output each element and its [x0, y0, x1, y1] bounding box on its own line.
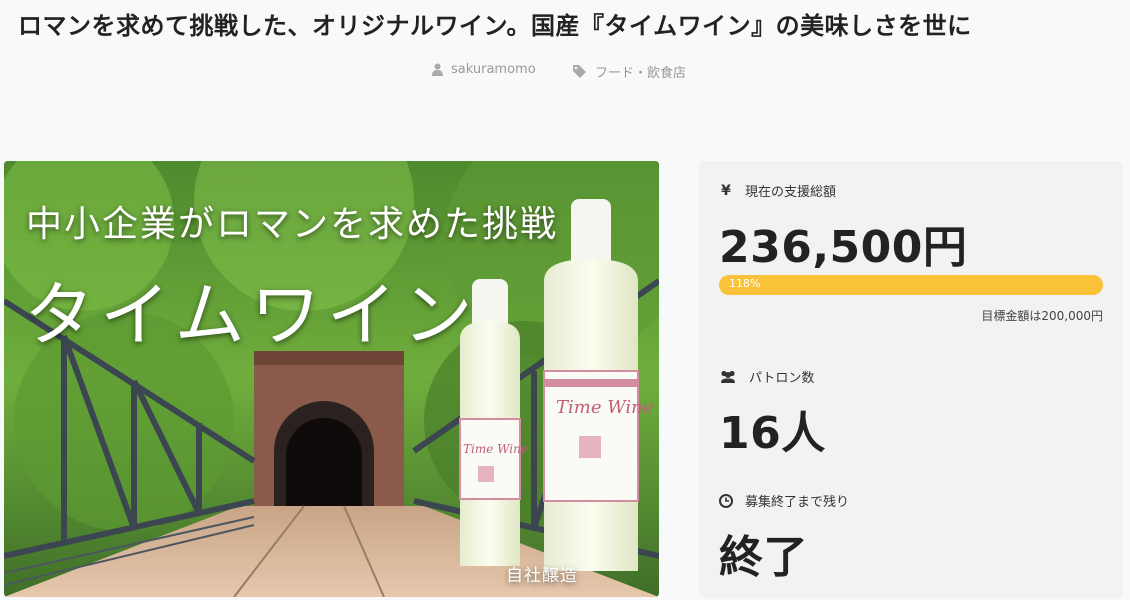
author-link[interactable]: sakuramomo [432, 62, 536, 77]
remaining-label-row: 募集終了まで残り [719, 491, 849, 510]
hero-subtitle: 中小企業がロマンを求めた挑戦 [26, 204, 559, 245]
funding-label: 現在の支援総額 [745, 185, 837, 200]
funding-amount: 236,500円 [719, 222, 968, 273]
user-icon [432, 63, 443, 76]
category-name: フード・飲食店 [595, 66, 687, 81]
users-icon [721, 370, 735, 383]
hero-tag: 自社醸造 [506, 566, 578, 586]
bottle-label-large: Time Wine [556, 397, 654, 418]
backers-count: 16人 [719, 408, 826, 459]
funding-progress-bar: 118% [719, 275, 1103, 295]
funding-progress-percent: 118% [729, 277, 761, 290]
hero-headline: タイムワイン [24, 274, 479, 356]
backers-label-row: パトロン数 [719, 367, 814, 386]
yen-icon: ¥ [721, 182, 731, 199]
funding-goal: 目標金額は200,000円 [981, 309, 1103, 323]
remaining-label: 募集終了まで残り [745, 495, 850, 510]
backers-label: パトロン数 [749, 371, 815, 386]
project-hero-image[interactable]: 中小企業がロマンを求めた挑戦 タイムワイン Time Wine Time Win… [4, 161, 659, 597]
project-title: ロマンを求めて挑戦した、オリジナルワイン。国産『タイムワイン』の美味しさを世に [18, 12, 972, 40]
remaining-value: 終了 [719, 532, 808, 583]
bottle-label-small: Time Wine [463, 442, 528, 456]
tag-icon [573, 65, 586, 78]
author-name: sakuramomo [451, 62, 536, 77]
clock-icon [719, 493, 733, 508]
category-link[interactable]: フード・飲食店 [573, 62, 686, 81]
funding-label-row: ¥ 現在の支援総額 [719, 181, 837, 201]
stats-panel: ¥ 現在の支援総額 236,500円 118% 目標金額は200,000円 パト… [699, 161, 1123, 598]
